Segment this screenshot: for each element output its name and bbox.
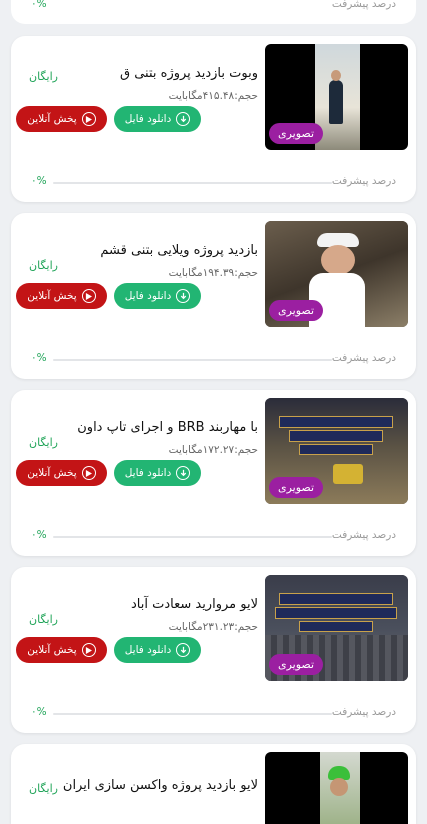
video-thumbnail[interactable]: تصویری (265, 575, 408, 681)
play-icon (81, 643, 96, 657)
cloud-download-icon (176, 289, 191, 303)
video-title: بازدید پروژه ویلایی بتنی قشم (100, 243, 258, 258)
play-online-button[interactable]: پخش آنلاین (16, 106, 107, 132)
download-button[interactable]: دانلود فایل (114, 460, 201, 486)
progress-percent: ٠% (31, 352, 47, 364)
progress-bar (53, 182, 332, 184)
video-thumbnail[interactable]: تصویری (265, 221, 408, 327)
progress-percent: ٠% (31, 529, 47, 541)
download-button[interactable]: دانلود فایل (114, 106, 201, 132)
cloud-download-icon (176, 643, 191, 657)
progress-label: درصد پیشرفت (331, 352, 396, 364)
progress-bar (53, 359, 332, 361)
play-online-button[interactable]: پخش آنلاین (16, 460, 107, 486)
video-title: لایو مروارید سعادت آباد (130, 597, 258, 612)
progress-percent: ٠% (31, 0, 47, 10)
video-card: تصویری لایو مروارید سعادت آباد حجم:۲۳۱.۲… (11, 567, 416, 733)
progress-label: درصد پیشرفت (331, 0, 396, 10)
play-online-button[interactable]: پخش آنلاین (16, 637, 107, 663)
video-card: تصویری با مهاربند BRB و اجرای تاپ داون ح… (11, 390, 416, 556)
video-type-badge: تصویری (269, 123, 324, 144)
previous-card-fragment: درصد پیشرفت ٠% (11, 0, 416, 24)
play-online-button[interactable]: پخش آنلاین (16, 283, 107, 309)
video-card: تصویری وبوت بازدید پروژه بتنی ق حجم:۴۱۵.… (11, 36, 416, 202)
progress-label: درصد پیشرفت (331, 706, 396, 718)
progress-label: درصد پیشرفت (331, 529, 396, 541)
video-card: لایو بازدید پروژه واکسن سازی ایران رایگا… (11, 744, 416, 824)
video-title: لایو بازدید پروژه واکسن سازی ایران (62, 778, 258, 793)
price-label: رایگان (29, 70, 58, 83)
file-size: حجم:۱۷۲.۲۷مگابایت (168, 444, 258, 456)
cloud-download-icon (176, 466, 191, 480)
file-size: حجم:۱۹۴.۳۹مگابایت (168, 267, 258, 279)
video-thumbnail[interactable] (265, 752, 408, 824)
play-icon (81, 466, 96, 480)
progress-bar (53, 536, 332, 538)
progress-percent: ٠% (31, 706, 47, 718)
file-size: حجم:۲۳۱.۲۳مگابایت (168, 621, 258, 633)
video-type-badge: تصویری (269, 654, 324, 675)
video-thumbnail[interactable]: تصویری (265, 44, 408, 150)
file-size: حجم:۴۱۵.۴۸مگابایت (168, 90, 258, 102)
video-thumbnail[interactable]: تصویری (265, 398, 408, 504)
play-icon (81, 289, 96, 303)
price-label: رایگان (29, 782, 58, 795)
progress-label: درصد پیشرفت (331, 175, 396, 187)
video-type-badge: تصویری (269, 477, 324, 498)
video-card: تصویری بازدید پروژه ویلایی بتنی قشم حجم:… (11, 213, 416, 379)
price-label: رایگان (29, 259, 58, 272)
video-type-badge: تصویری (269, 300, 324, 321)
price-label: رایگان (29, 613, 58, 626)
progress-bar (53, 713, 332, 715)
video-title: با مهاربند BRB و اجرای تاپ داون (77, 420, 258, 435)
price-label: رایگان (29, 436, 58, 449)
play-icon (81, 112, 96, 126)
video-title: وبوت بازدید پروژه بتنی ق (119, 66, 258, 81)
download-button[interactable]: دانلود فایل (114, 637, 201, 663)
progress-percent: ٠% (31, 175, 47, 187)
cloud-download-icon (176, 112, 191, 126)
download-button[interactable]: دانلود فایل (114, 283, 201, 309)
